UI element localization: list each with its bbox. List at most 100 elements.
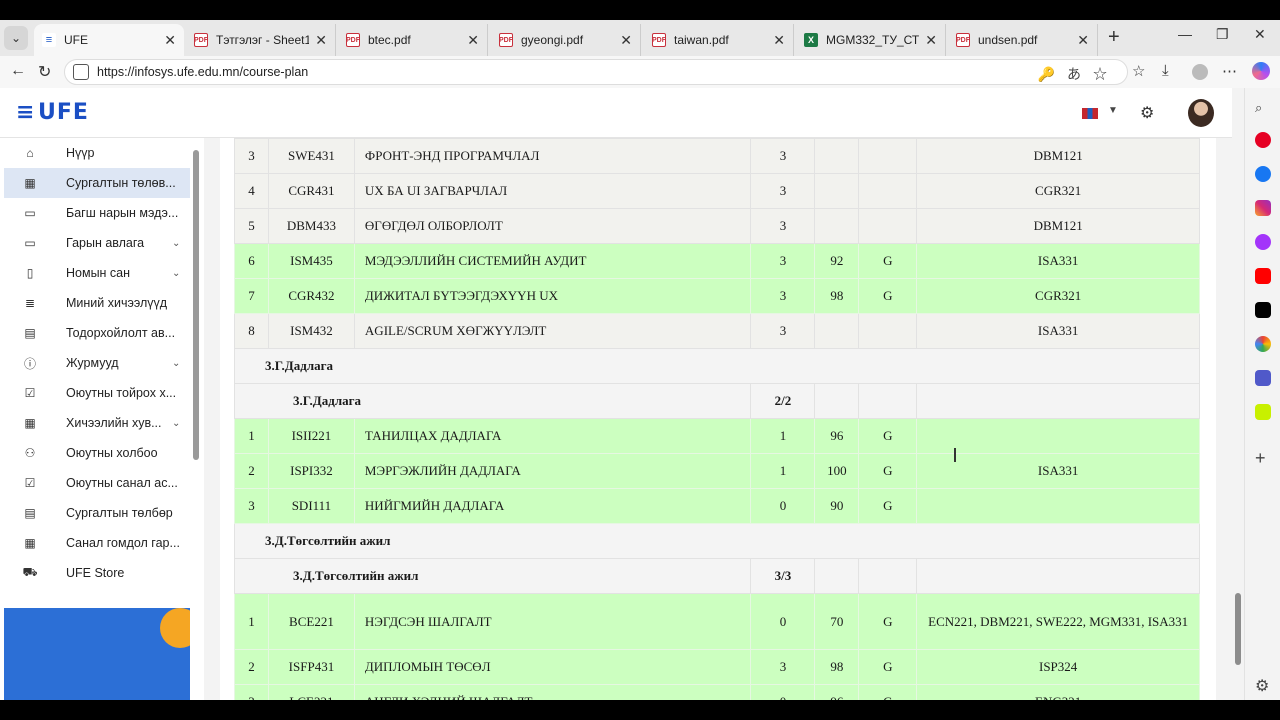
checklist-icon: ☑ bbox=[24, 476, 36, 490]
sidebar-item[interactable]: ▤ Сургалтын төлбөр bbox=[4, 498, 190, 528]
address-bar-icons[interactable]: 🔑あ☆ bbox=[1038, 64, 1119, 84]
table-row[interactable]: 6 ISM435 МЭДЭЭЛЛИЙН СИСТЕМИЙН АУДИТ 3 92 G ISA… bbox=[234, 243, 1200, 279]
row-number-cell: 3 bbox=[234, 684, 269, 700]
browser-tab[interactable]: PDF undsen.pdf ✕ bbox=[948, 24, 1098, 56]
table-row[interactable]: 2 ISPI332 МЭРГЭЖЛИЙН ДАДЛАГА 1 100 G ISA331 bbox=[234, 453, 1200, 489]
close-window-icon[interactable]: ✕ bbox=[1254, 26, 1266, 43]
browser-tab[interactable]: ≡ UFE ✕ bbox=[34, 24, 184, 56]
page-scrollbar[interactable] bbox=[1232, 88, 1244, 700]
section-title: 3.Г.Дадлага bbox=[234, 348, 1200, 384]
sidebar-item[interactable]: ▦ Сургалтын төлөв... bbox=[4, 168, 190, 198]
sidebar-item[interactable]: ▭ Багш нарын мэдэ... bbox=[4, 198, 190, 228]
avatar[interactable] bbox=[1188, 99, 1214, 127]
close-tab-icon[interactable]: ✕ bbox=[1077, 32, 1089, 49]
table-row[interactable]: 3LCE221АНГЛИ ХЭЛНИЙ ШАЛГАЛТ096GENG321 bbox=[234, 684, 1200, 700]
restore-icon[interactable]: ❐ bbox=[1216, 26, 1229, 43]
tab-label: UFE bbox=[64, 33, 88, 47]
language-flag-icon[interactable] bbox=[1082, 108, 1098, 119]
checklist-icon: ☑ bbox=[24, 386, 36, 400]
refresh-icon[interactable]: ↻ bbox=[38, 62, 51, 82]
sidebar-banner[interactable] bbox=[4, 608, 190, 700]
instagram-icon[interactable] bbox=[1255, 200, 1271, 216]
table-row[interactable]: 3 SDI111 НИЙГМИЙН ДАДЛАГА 0 90 G bbox=[234, 488, 1200, 524]
gear-icon[interactable]: ⚙ bbox=[1140, 103, 1154, 123]
scrollbar-thumb[interactable] bbox=[1235, 593, 1241, 665]
profile-icon[interactable] bbox=[1192, 64, 1208, 80]
google-icon[interactable] bbox=[1255, 336, 1271, 352]
teams-icon[interactable] bbox=[1255, 370, 1271, 386]
sidebar-item[interactable]: ☑ Оюутны тойрох х... bbox=[4, 378, 190, 408]
close-tab-icon[interactable]: ✕ bbox=[467, 32, 479, 49]
downloads-icon[interactable]: ⤓ bbox=[1162, 62, 1169, 79]
notion-icon[interactable] bbox=[1255, 302, 1271, 318]
sidebar-item[interactable]: ▦ Санал гомдол гар... bbox=[4, 528, 190, 558]
info-icon: ⓘ bbox=[23, 356, 36, 371]
tab-actions-menu-button[interactable]: ⌄ bbox=[4, 26, 28, 50]
table-row[interactable]: 1 ISII221 ТАНИЛЦАХ ДАДЛАГА 1 96 G bbox=[234, 418, 1200, 454]
facebook-icon[interactable] bbox=[1255, 166, 1271, 182]
sidebar-item[interactable]: ▭ Гарын авлага ⌄ bbox=[4, 228, 190, 258]
address-bar[interactable]: https://infosys.ufe.edu.mn/course-plan 🔑… bbox=[64, 59, 1128, 85]
browser-tab[interactable]: PDF taiwan.pdf ✕ bbox=[644, 24, 794, 56]
table-row[interactable]: 1 BCE221 НЭГДСЭН ШАЛГАЛТ 0 70 G ECN221, DBM221… bbox=[234, 593, 1200, 650]
new-tab-button[interactable]: + bbox=[1108, 26, 1120, 49]
sidebar-item[interactable]: ⛟ UFE Store bbox=[4, 558, 190, 588]
tab-label: undsen.pdf bbox=[978, 33, 1038, 47]
close-tab-icon[interactable]: ✕ bbox=[164, 32, 176, 49]
table-row[interactable]: 8 ISM432 AGILE/SCRUM ХӨГЖҮҮЛЭЛТ 3 ISA331 bbox=[234, 313, 1200, 349]
course-plan-panel: 3 SWE431 ФРОНТ-ЭНД ПРОГРАМЧЛАЛ 3 DBM121 4 CGR4… bbox=[220, 138, 1216, 700]
table-row[interactable]: 7 CGR432 ДИЖИТАЛ БҮТЭЭГДЭХҮҮН UX 3 98 G CGR321 bbox=[234, 278, 1200, 314]
calendar-icon: ▦ bbox=[24, 176, 36, 190]
close-tab-icon[interactable]: ✕ bbox=[620, 32, 632, 49]
sidebar-item[interactable]: ⚇ Оюутны холбоо bbox=[4, 438, 190, 468]
row-number-cell: 7 bbox=[234, 278, 269, 314]
chevron-down-icon[interactable]: ⌄ bbox=[172, 418, 190, 429]
grade-cell: G bbox=[858, 278, 918, 314]
sidebar-item[interactable]: ≣ Миний хичээлүүд bbox=[4, 288, 190, 318]
score-cell: 98 bbox=[814, 278, 860, 314]
webtoon-icon[interactable] bbox=[1255, 404, 1271, 420]
add-icon[interactable]: + bbox=[1255, 448, 1271, 468]
minimize-icon[interactable]: — bbox=[1178, 26, 1192, 42]
sidebar-item[interactable]: ▯ Номын сан ⌄ bbox=[4, 258, 190, 288]
chevron-down-icon[interactable]: ⌄ bbox=[172, 268, 190, 279]
sidebar-item[interactable]: ▦ Хичээлийн хув... ⌄ bbox=[4, 408, 190, 438]
sidebar-item[interactable]: ▤ Тодорхойлолт ав... bbox=[4, 318, 190, 348]
copilot-icon[interactable] bbox=[1252, 62, 1270, 80]
sidebar-item-label: Журмууд bbox=[66, 356, 119, 370]
course-code-cell: ISFP431 bbox=[267, 649, 355, 685]
settings-icon[interactable]: ⚙ bbox=[1255, 676, 1271, 695]
table-row[interactable]: 4 CGR431 UX БА UI ЗАГВАРЧЛАЛ 3 CGR321 bbox=[234, 173, 1200, 209]
sidebar-item[interactable]: ☑ Оюутны санал ас... bbox=[4, 468, 190, 498]
back-icon[interactable]: ← bbox=[10, 62, 26, 80]
browser-side-panel: ⌕ + ⚙ bbox=[1244, 88, 1280, 700]
close-tab-icon[interactable]: ✕ bbox=[925, 32, 937, 49]
table-row[interactable]: 3 SWE431 ФРОНТ-ЭНД ПРОГРАМЧЛАЛ 3 DBM121 bbox=[234, 138, 1200, 174]
site-info-icon[interactable] bbox=[73, 64, 89, 80]
chevron-down-icon[interactable]: ⌄ bbox=[172, 358, 190, 369]
favorites-icon[interactable]: ☆ bbox=[1132, 62, 1145, 80]
ufe-logo[interactable]: ≡ UFE bbox=[16, 100, 89, 125]
browser-tab[interactable]: X MGM332_ТУ_СТ_МСМ... ✕ bbox=[796, 24, 946, 56]
sidebar-scrollbar[interactable] bbox=[193, 150, 199, 460]
sidebar-item[interactable]: ⓘ Журмууд ⌄ bbox=[4, 348, 190, 378]
browser-tab[interactable]: PDF gyeongi.pdf ✕ bbox=[491, 24, 641, 56]
pinterest-icon[interactable] bbox=[1255, 132, 1271, 148]
sidebar-item[interactable]: ⌂ Нүүр bbox=[4, 138, 190, 168]
course-code-cell: CGR432 bbox=[267, 278, 355, 314]
chevron-down-icon[interactable]: ⌄ bbox=[172, 238, 190, 249]
close-tab-icon[interactable]: ✕ bbox=[315, 32, 327, 49]
table-row[interactable]: 5 DBM433 ӨГӨГДӨЛ ОЛБОРЛОЛТ 3 DBM121 bbox=[234, 208, 1200, 244]
chevron-down-icon[interactable]: ▼ bbox=[1108, 105, 1118, 116]
more-menu-icon[interactable]: ⋯ bbox=[1222, 62, 1237, 80]
close-tab-icon[interactable]: ✕ bbox=[773, 32, 785, 49]
credit-cell: 3 bbox=[750, 173, 816, 209]
search-icon[interactable]: ⌕ bbox=[1255, 100, 1271, 116]
browser-tab[interactable]: PDF btec.pdf ✕ bbox=[338, 24, 488, 56]
sidebar-item-label: Номын сан bbox=[66, 266, 131, 280]
course-name-cell: ДИПЛОМЫН ТӨСӨЛ bbox=[353, 649, 752, 685]
messenger-icon[interactable] bbox=[1255, 234, 1271, 250]
youtube-icon[interactable] bbox=[1255, 268, 1271, 284]
browser-tab[interactable]: PDF Тэтгэлэг - Sheet1.pdf ✕ bbox=[186, 24, 336, 56]
table-row[interactable]: 2 ISFP431 ДИПЛОМЫН ТӨСӨЛ 3 98 G ISP324 bbox=[234, 649, 1200, 685]
